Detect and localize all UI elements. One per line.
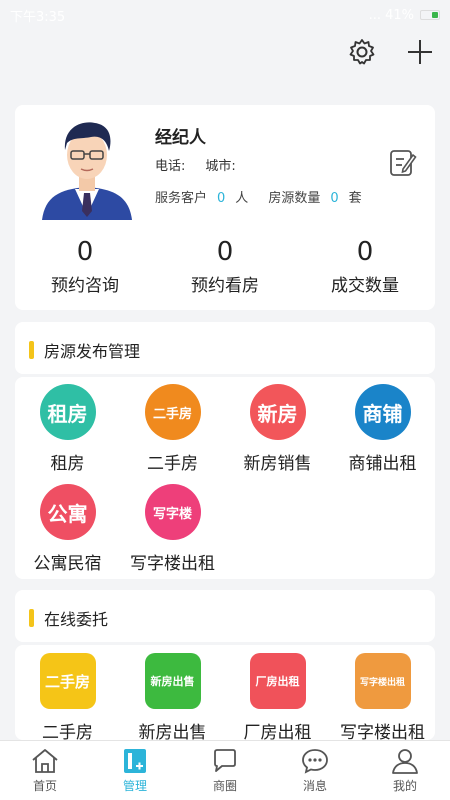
stat-value: 0: [76, 237, 94, 267]
rent-icon: 租房: [39, 384, 96, 440]
section-title: 房源发布管理: [44, 342, 141, 361]
apartment-icon: 公寓: [39, 484, 96, 540]
status-time: 下午3:35: [10, 9, 66, 25]
new-house-icon: 新房: [249, 384, 306, 440]
section-header-entrust: 在线委托: [15, 590, 435, 642]
grid-item-label: 写字楼出租: [130, 554, 215, 574]
entrust-factory-icon: 厂房出租: [249, 653, 306, 709]
section-header-listings: 房源发布管理: [15, 322, 435, 374]
home-icon: [32, 749, 58, 773]
status-right-text: ... 41%: [368, 7, 414, 23]
settings-icon[interactable]: [346, 36, 378, 68]
entrust-grid: 二手房 二手房 新房出售 新房出售 厂房出租 厂房出租 写字楼出租 写字楼出租: [15, 645, 435, 740]
tab-label: 首页: [32, 779, 57, 793]
service-label: 服务客户: [155, 191, 208, 206]
stat-value: 0: [356, 237, 374, 267]
section-title: 在线委托: [44, 610, 109, 629]
tab-label: 管理: [122, 779, 147, 793]
shop-icon: 商铺: [354, 384, 411, 440]
grid-item-label: 写字楼出租: [340, 723, 425, 740]
grid-item-label: 公寓民宿: [33, 554, 102, 574]
chat-square-icon: [214, 749, 236, 772]
battery-icon: [420, 10, 440, 20]
listing-unit: 套: [348, 191, 362, 206]
agent-name: 经纪人: [155, 128, 206, 148]
stat-label: 成交数量: [331, 276, 399, 296]
entrust-item-office[interactable]: 写字楼出租 写字楼出租: [330, 650, 435, 740]
contact-info: 电话: 城市:: [155, 155, 236, 174]
stat-deals[interactable]: 0 成交数量: [295, 237, 435, 296]
stat-label: 预约咨询: [51, 276, 119, 296]
grid-item-second-hand[interactable]: 二手房 二手房: [120, 382, 225, 482]
grid-item-new-house[interactable]: 新房 新房销售: [225, 382, 330, 482]
tab-label: 我的: [392, 779, 417, 793]
phone-label: 电话:: [155, 159, 186, 174]
message-icon: [302, 749, 328, 774]
office-icon: 写字楼: [144, 484, 201, 540]
tab-mine[interactable]: 我的: [360, 741, 450, 800]
stat-label: 预约看房: [191, 276, 259, 296]
stat-consult[interactable]: 0 预约咨询: [15, 237, 155, 296]
avatar: [37, 115, 137, 220]
profile-card: 经纪人 电话: 城市: 服务客户 0 人 房源数量 0 套 0 预约咨询 0 预…: [15, 105, 435, 310]
tab-manage[interactable]: 管理: [90, 741, 180, 800]
entrust-new-house-icon: 新房出售: [144, 653, 201, 709]
tab-label: 商圈: [212, 779, 237, 793]
stats-row: 0 预约咨询 0 预约看房 0 成交数量: [15, 237, 435, 296]
tab-home[interactable]: 首页: [0, 741, 90, 800]
service-count: 0: [217, 191, 226, 206]
grid-item-label: 厂房出租: [243, 723, 312, 740]
city-label: 城市:: [205, 159, 236, 174]
grid-item-label: 新房出售: [138, 723, 207, 740]
entrust-item-second-hand[interactable]: 二手房 二手房: [15, 650, 120, 740]
grid-item-office[interactable]: 写字楼 写字楼出租: [120, 482, 225, 582]
add-icon[interactable]: [404, 36, 436, 68]
section-marker: [29, 609, 34, 627]
tab-messages[interactable]: 消息: [270, 741, 360, 800]
counts-row: 服务客户 0 人 房源数量 0 套: [155, 187, 362, 206]
entrust-item-factory[interactable]: 厂房出租 厂房出租: [225, 650, 330, 740]
listings-grid: 租房 租房 二手房 二手房 新房 新房销售 商铺 商铺出租 公寓 公寓民宿 写字…: [15, 377, 435, 579]
entrust-office-icon: 写字楼出租: [354, 653, 411, 709]
grid-item-rent[interactable]: 租房 租房: [15, 382, 120, 482]
entrust-second-hand-icon: 二手房: [39, 653, 96, 709]
stat-value: 0: [216, 237, 234, 267]
tab-business-circle[interactable]: 商圈: [180, 741, 270, 800]
grid-item-shop[interactable]: 商铺 商铺出租: [330, 382, 435, 482]
grid-item-label: 二手房: [147, 454, 198, 474]
section-marker: [29, 341, 34, 359]
grid-item-label: 新房销售: [243, 454, 312, 474]
user-icon: [392, 749, 418, 774]
entrust-item-new-house[interactable]: 新房出售 新房出售: [120, 650, 225, 740]
service-unit: 人: [235, 191, 249, 206]
grid-item-label: 租房: [50, 454, 85, 474]
status-indicators: ... 41%: [369, 8, 440, 23]
tab-label: 消息: [302, 779, 327, 793]
manage-icon: [124, 749, 146, 773]
second-hand-icon: 二手房: [144, 384, 201, 440]
top-actions: [346, 36, 436, 68]
grid-item-label: 商铺出租: [348, 454, 417, 474]
listing-count: 0: [330, 191, 339, 206]
status-bar: 下午3:35 ... 41%: [0, 0, 450, 30]
stat-viewing[interactable]: 0 预约看房: [155, 237, 295, 296]
grid-item-label: 二手房: [42, 723, 93, 740]
grid-item-apartment[interactable]: 公寓 公寓民宿: [15, 482, 120, 582]
bottom-tab-bar: 首页 管理 商圈 消息 我的: [0, 740, 450, 800]
edit-profile-icon[interactable]: [389, 147, 417, 177]
listing-label: 房源数量: [268, 191, 321, 206]
